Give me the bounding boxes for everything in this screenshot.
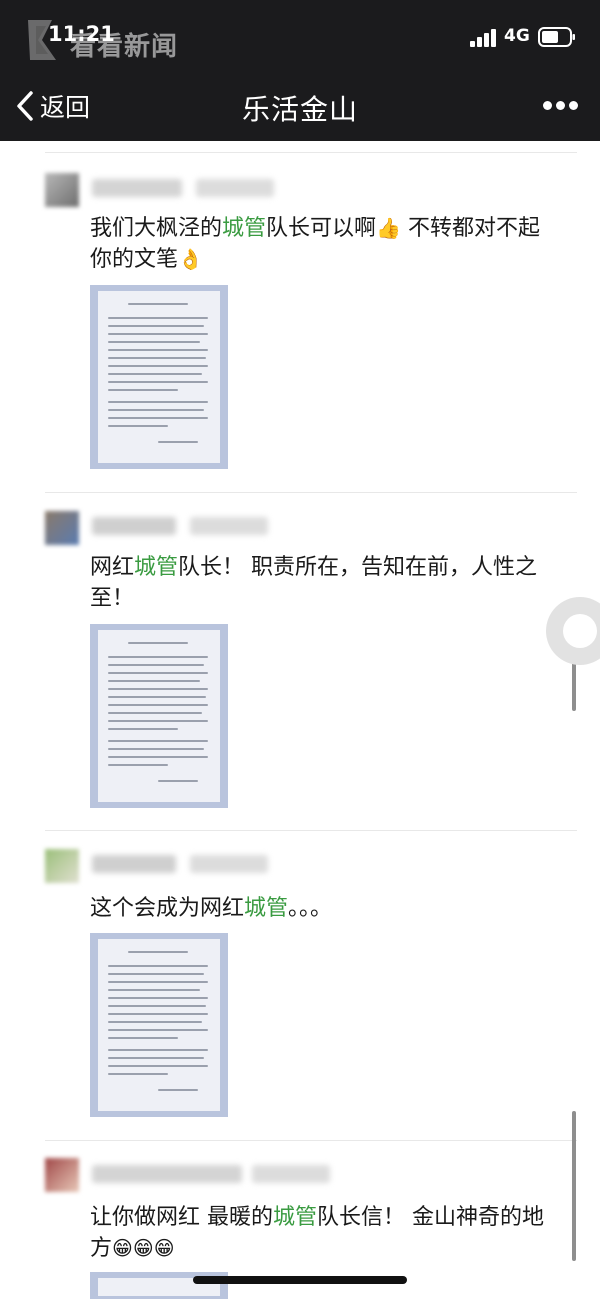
comment-text-part: 让你做网红 最暖的 — [90, 1205, 273, 1230]
home-indicator[interactable] — [193, 1276, 407, 1284]
divider — [45, 492, 577, 493]
username-blurred — [92, 517, 176, 535]
comment-text: 网红城管队长！ 职责所在，告知在前，人性之至！ — [90, 552, 550, 614]
ok-hand-emoji: 👌 — [178, 247, 203, 271]
comment-text: 这个会成为网红城管。。。 — [90, 893, 560, 924]
comment-text-part: 队长可以啊 — [266, 216, 377, 241]
thumbs-up-emoji: 👍 — [376, 216, 401, 240]
document-image[interactable] — [90, 933, 228, 1117]
keyword-highlight: 城管 — [273, 1205, 318, 1230]
comment-text: 我们大枫泾的城管队长可以啊👍 不转都对不起你的文笔👌 — [90, 213, 560, 275]
comment-text-part: 网红 — [90, 555, 135, 580]
comment-feed[interactable]: 我们大枫泾的城管队长可以啊👍 不转都对不起你的文笔👌 网红城管队长！ 职责所在，… — [0, 141, 600, 1299]
grin-emoji: 😁😁😁 — [112, 1236, 175, 1260]
avatar[interactable] — [45, 511, 79, 545]
signal-icon — [470, 29, 496, 47]
keyword-highlight: 城管 — [244, 896, 289, 921]
comment-text-part: 。。。 — [288, 896, 333, 921]
page-title: 乐活金山 — [241, 93, 358, 126]
username-blurred — [92, 179, 182, 197]
scroll-indicator[interactable] — [572, 1111, 576, 1261]
timestamp-blurred — [190, 855, 268, 873]
top-bar: 看看新闻 11:21 4G 返回 乐活金山 — [0, 0, 600, 141]
username-blurred — [92, 1165, 242, 1183]
username-blurred — [92, 855, 176, 873]
avatar[interactable] — [45, 1158, 79, 1192]
keyword-highlight: 城管 — [222, 216, 267, 241]
document-image[interactable] — [90, 624, 228, 808]
divider — [45, 152, 577, 153]
document-image[interactable] — [90, 285, 228, 469]
avatar[interactable] — [45, 173, 79, 207]
status-time: 11:21 — [48, 22, 115, 46]
comment-text-part: 我们大枫泾的 — [90, 216, 223, 241]
network-label: 4G — [504, 26, 530, 46]
keyword-highlight: 城管 — [134, 555, 179, 580]
comment-text-part: 这个会成为网红 — [90, 896, 245, 921]
avatar[interactable] — [45, 849, 79, 883]
timestamp-blurred — [196, 179, 274, 197]
floating-action-icon[interactable] — [522, 586, 600, 676]
comment-text: 让你做网红 最暖的城管队长信！ 金山神奇的地方😁😁😁 — [90, 1202, 550, 1264]
divider — [45, 1140, 577, 1141]
timestamp-blurred — [252, 1165, 330, 1183]
more-options-icon[interactable] — [540, 94, 580, 116]
battery-icon — [538, 27, 575, 47]
divider — [45, 830, 577, 831]
timestamp-blurred — [190, 517, 268, 535]
